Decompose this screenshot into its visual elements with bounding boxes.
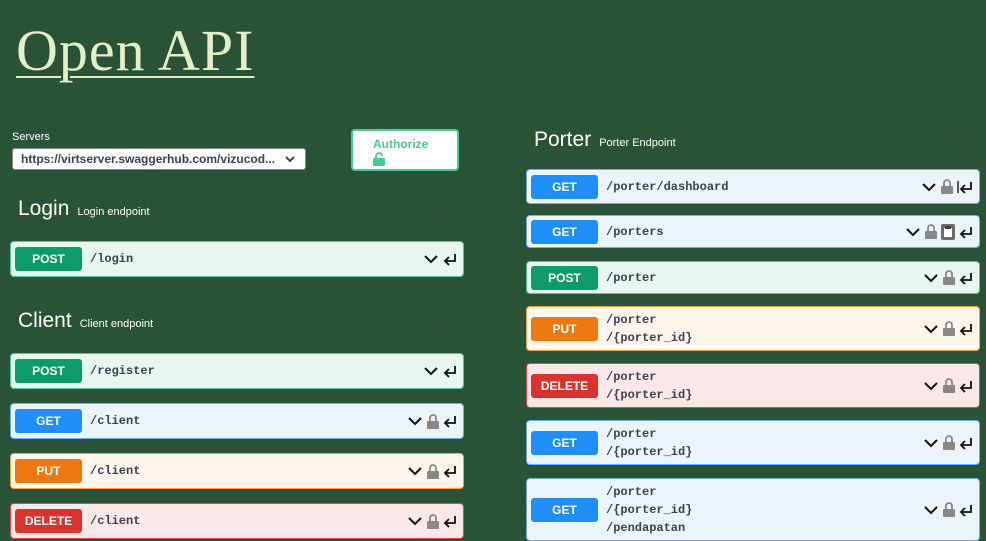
return-icon[interactable] xyxy=(443,464,457,478)
lock-icon[interactable] xyxy=(943,502,955,517)
chevron-down-icon xyxy=(424,367,438,376)
chevron-down-icon xyxy=(285,156,295,163)
operation-get-porter-pendapatan[interactable]: GET /porter/{porter_id}/pendapatan xyxy=(526,478,980,541)
chevron-down-icon xyxy=(924,381,938,390)
section-divider xyxy=(528,164,978,165)
section-header-client[interactable]: Client Client endpoint xyxy=(18,309,153,333)
operation-path: /login xyxy=(90,252,134,266)
operation-path: /porter/{porter_id} xyxy=(606,426,693,459)
method-badge: GET xyxy=(531,497,598,522)
operation-path: /porter/{porter_id} xyxy=(606,369,693,402)
method-badge: GET xyxy=(531,430,598,455)
lock-icon[interactable] xyxy=(941,179,953,194)
section-divider xyxy=(12,235,463,236)
operation-get-client[interactable]: GET /client xyxy=(10,403,464,439)
operation-path: /register xyxy=(90,364,155,378)
return-icon[interactable] xyxy=(957,180,973,194)
return-icon[interactable] xyxy=(443,514,457,528)
section-header-login[interactable]: Login Login endpoint xyxy=(18,197,150,221)
return-icon[interactable] xyxy=(959,503,973,517)
page-title: Open API xyxy=(16,18,255,83)
method-badge: GET xyxy=(531,219,598,244)
copy-to-clipboard-icon[interactable] xyxy=(941,223,955,240)
method-badge: POST xyxy=(15,247,82,271)
section-divider xyxy=(12,347,463,348)
chevron-up-icon[interactable] xyxy=(949,136,963,146)
return-icon[interactable] xyxy=(959,271,973,285)
return-icon[interactable] xyxy=(443,414,457,428)
operation-get-porter-id[interactable]: GET /porter/{porter_id} xyxy=(526,420,980,465)
chevron-down-icon xyxy=(408,417,422,426)
operation-post-porter[interactable]: POST /porter xyxy=(526,261,980,294)
method-badge: PUT xyxy=(531,316,598,341)
operation-get-porters[interactable]: GET /porters xyxy=(526,215,980,248)
method-badge: PUT xyxy=(15,459,82,483)
operation-delete-porter-id[interactable]: DELETE /porter/{porter_id} xyxy=(526,363,980,408)
return-icon[interactable] xyxy=(959,225,973,239)
section-description: Login endpoint xyxy=(77,206,150,218)
chevron-down-icon xyxy=(906,227,920,236)
servers-selected-value: https://virtserver.swaggerhub.com/vizuco… xyxy=(21,152,276,166)
servers-label: Servers xyxy=(12,131,50,143)
operation-put-porter-id[interactable]: PUT /porter/{porter_id} xyxy=(526,306,980,351)
authorize-button[interactable]: Authorize xyxy=(351,129,459,171)
chevron-down-icon xyxy=(408,517,422,526)
return-icon[interactable] xyxy=(959,379,973,393)
chevron-down-icon xyxy=(924,505,938,514)
return-icon[interactable] xyxy=(443,252,457,266)
chevron-down-icon xyxy=(922,182,936,191)
chevron-up-icon[interactable] xyxy=(432,318,446,328)
chevron-down-icon xyxy=(924,438,938,447)
operation-path: /porters xyxy=(606,224,664,239)
method-badge: POST xyxy=(15,359,82,383)
lock-icon[interactable] xyxy=(925,224,937,239)
method-badge: POST xyxy=(531,265,598,290)
operation-path: /porter/{porter_id}/pendapatan xyxy=(606,484,693,535)
section-description: Client endpoint xyxy=(79,318,154,330)
operation-put-client[interactable]: PUT /client xyxy=(10,453,464,489)
operation-post-login[interactable]: POST /login xyxy=(10,241,464,277)
operation-path: /porter/{porter_id} xyxy=(606,312,693,345)
section-description: Porter Endpoint xyxy=(599,137,676,149)
return-icon[interactable] xyxy=(959,322,973,336)
operation-get-porter-dashboard[interactable]: GET /porter/dashboard xyxy=(526,169,980,204)
operation-path: /client xyxy=(90,414,141,428)
operation-post-register[interactable]: POST /register xyxy=(10,353,464,389)
lock-icon[interactable] xyxy=(427,463,439,479)
lock-icon[interactable] xyxy=(943,321,955,336)
lock-icon[interactable] xyxy=(943,270,955,285)
operation-path: /porter/dashboard xyxy=(606,179,729,194)
return-icon[interactable] xyxy=(959,436,973,450)
section-name: Client xyxy=(18,309,72,332)
chevron-up-icon[interactable] xyxy=(432,206,446,216)
lock-icon[interactable] xyxy=(943,435,955,450)
servers-select[interactable]: https://virtserver.swaggerhub.com/vizuco… xyxy=(12,148,306,170)
chevron-down-icon xyxy=(424,255,438,264)
chevron-down-icon xyxy=(924,273,938,282)
method-badge: DELETE xyxy=(531,373,598,398)
chevron-down-icon xyxy=(924,324,938,333)
section-name: Porter xyxy=(534,128,592,151)
method-badge: GET xyxy=(15,409,82,433)
operation-delete-client[interactable]: DELETE /client xyxy=(10,503,464,539)
authorize-label: Authorize xyxy=(373,137,429,151)
method-badge: DELETE xyxy=(15,509,82,533)
return-icon[interactable] xyxy=(443,364,457,378)
method-badge: GET xyxy=(531,174,598,199)
lock-icon[interactable] xyxy=(427,513,439,529)
operation-path: /client xyxy=(90,514,141,528)
lock-icon[interactable] xyxy=(427,413,439,429)
chevron-down-icon xyxy=(408,467,422,476)
section-name: Login xyxy=(18,197,70,220)
section-header-porter[interactable]: Porter Porter Endpoint xyxy=(534,128,676,152)
lock-icon[interactable] xyxy=(943,378,955,393)
operation-path: /porter xyxy=(606,270,657,285)
unlock-icon xyxy=(373,152,385,166)
operation-path: /client xyxy=(90,464,141,478)
